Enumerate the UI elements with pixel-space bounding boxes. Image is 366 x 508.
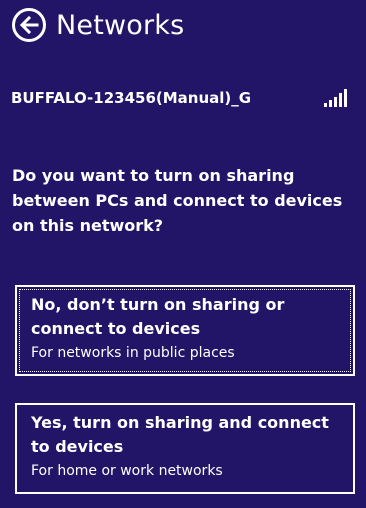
network-row: BUFFALO-123456(Manual)_G	[11, 87, 352, 109]
back-arrow-circle-icon[interactable]	[12, 8, 46, 42]
no-sharing-option-button[interactable]: No, don’t turn on sharing or connect to …	[15, 285, 355, 376]
signal-bar	[324, 103, 327, 107]
header: Networks	[12, 8, 184, 42]
page-title: Networks	[56, 9, 185, 41]
signal-bar	[334, 97, 337, 107]
signal-strength-icon	[324, 89, 347, 107]
no-sharing-option-subtitle: For networks in public places	[31, 345, 235, 361]
sharing-question: Do you want to turn on sharing between P…	[12, 166, 343, 235]
signal-bar	[339, 93, 342, 107]
yes-sharing-option-subtitle: For home or work networks	[31, 463, 223, 479]
yes-sharing-option-button[interactable]: Yes, turn on sharing and connect to devi…	[15, 403, 355, 494]
signal-bar	[329, 100, 332, 107]
network-name: BUFFALO-123456(Manual)_G	[11, 89, 252, 107]
yes-sharing-option-title: Yes, turn on sharing and connect to devi…	[31, 413, 329, 456]
signal-bar	[344, 89, 347, 107]
no-sharing-option-title: No, don’t turn on sharing or connect to …	[31, 295, 285, 338]
